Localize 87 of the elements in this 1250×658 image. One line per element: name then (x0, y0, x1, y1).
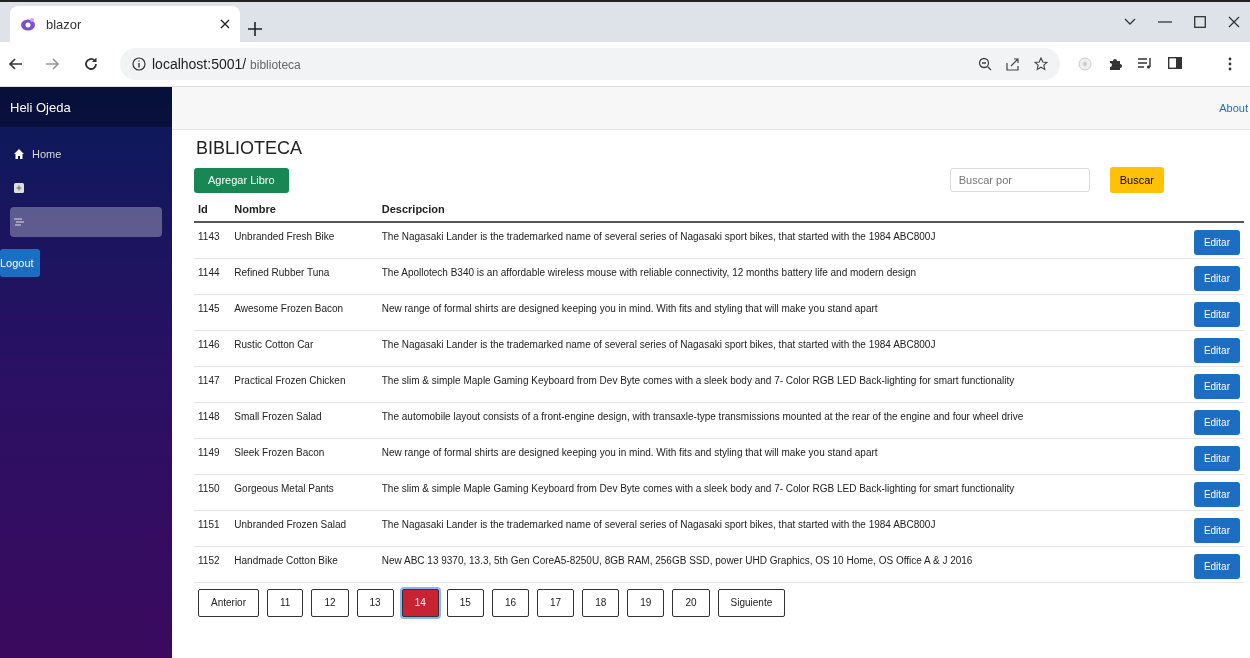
close-icon[interactable] (1228, 16, 1240, 28)
page-button[interactable]: 12 (311, 588, 349, 617)
edit-button[interactable]: Editar (1193, 301, 1240, 327)
table-cell: The automobile layout consists of a front-engine design, with transaxle-type transmissions mounted at the rear of the engine and four wheel drive (377, 402, 1178, 438)
table-cell: 1147 (194, 366, 231, 402)
table-cell: New ABC 13 9370, 13.3, 5th Gen CoreA5-8250U, 8GB RAM, 256GB SSD, power UHD Graphics, OS 10 Home, OS Office A & J 2016 (377, 546, 1178, 582)
browser-tab[interactable]: blazor (10, 6, 240, 42)
edit-button[interactable]: Editar (1193, 265, 1240, 291)
reload-icon[interactable] (84, 57, 98, 71)
table-cell: The slim & simple Maple Gaming Keyboard from Dev Byte comes with a sleek body and 7- Color RGB LED Back-lighting for smart functionality (377, 474, 1178, 510)
page-button[interactable]: 20 (672, 588, 710, 617)
edit-button[interactable]: Editar (1193, 445, 1240, 471)
maximize-icon[interactable] (1194, 16, 1206, 28)
logout-button[interactable]: Logout (0, 249, 40, 277)
about-link[interactable]: About (1219, 102, 1248, 114)
table-cell: 1145 (194, 294, 231, 330)
table-cell: The Nagasaki Lander is the trademarked name of several series of Nagasaki sport bikes, that started with the 1984 ABC800J (377, 222, 1178, 258)
table-cell: 1144 (194, 258, 231, 294)
next-button[interactable]: Siguiente (717, 588, 786, 617)
column-header: Id (194, 197, 231, 222)
page-button[interactable]: 11 (267, 588, 304, 617)
edit-button[interactable]: Editar (1193, 409, 1240, 435)
table-cell: 1151 (194, 510, 231, 546)
brand-title: Heli Ojeda (0, 87, 172, 127)
info-icon (132, 57, 146, 71)
table-cell: 1148 (194, 402, 231, 438)
tab-title: blazor (46, 16, 83, 32)
table-cell: New range of formal shirts are designed keeping you in mind. With fits and styling that will make you stand apart (377, 438, 1178, 474)
puzzle-icon[interactable] (1108, 57, 1122, 71)
table-cell: Small Frozen Salad (230, 402, 378, 438)
table-cell: New range of formal shirts are designed keeping you in mind. With fits and styling that will make you stand apart (377, 294, 1178, 330)
table-cell: The Nagasaki Lander is the trademarked name of several series of Nagasaki sport bikes, that started with the 1984 ABC800J (377, 330, 1178, 366)
edit-button[interactable]: Editar (1193, 373, 1240, 399)
page-button[interactable]: 14 (401, 588, 439, 617)
add-book-button[interactable]: Agregar Libro (194, 167, 289, 193)
table-cell: Unbranded Frozen Salad (230, 510, 378, 546)
table-cell: 1152 (194, 546, 231, 582)
page-button[interactable]: 19 (627, 588, 665, 617)
edit-button[interactable]: Editar (1193, 553, 1240, 579)
more-icon[interactable] (1228, 57, 1232, 71)
column-header: Descripcion (377, 197, 1178, 222)
table-cell: The slim & simple Maple Gaming Keyboard from Dev Byte comes with a sleek body and 7- Color RGB LED Back-lighting for smart functionality (377, 366, 1178, 402)
page-button[interactable]: 15 (446, 588, 484, 617)
plus-icon (14, 183, 24, 193)
address-bar[interactable]: localhost:5001/ biblioteca (120, 48, 1060, 80)
back-icon[interactable] (8, 58, 22, 70)
table-cell: Sleek Frozen Bacon (230, 438, 378, 474)
page-title: BIBLIOTECA (196, 138, 304, 159)
search-field[interactable]: Buscar por (949, 168, 1090, 192)
table-cell: Practical Frozen Chicken (230, 366, 378, 402)
table-cell: Awesome Frozen Bacon (230, 294, 378, 330)
edit-button[interactable]: Editar (1193, 517, 1240, 543)
page-button[interactable]: 18 (582, 588, 620, 617)
playlist-icon[interactable] (1138, 57, 1152, 69)
table-cell: 1146 (194, 330, 231, 366)
zoom-out-icon[interactable] (978, 57, 992, 71)
table-cell: Gorgeous Metal Pants (230, 474, 378, 510)
previous-button[interactable]: Anterior (198, 588, 259, 617)
star-icon[interactable] (1034, 57, 1048, 71)
side-panel-icon[interactable] (1168, 57, 1182, 69)
close-icon[interactable] (220, 19, 230, 29)
table-cell: 1149 (194, 438, 231, 474)
table-cell: 1143 (194, 222, 231, 258)
table-cell: Rustic Cotton Car (230, 330, 378, 366)
table-cell: Handmade Cotton Bike (230, 546, 378, 582)
chevron-down-icon[interactable] (1124, 18, 1136, 26)
page-button[interactable]: 16 (491, 588, 530, 617)
column-header: Nombre (230, 197, 378, 222)
edit-button[interactable]: Editar (1193, 337, 1240, 363)
logo-icon (20, 17, 36, 31)
list-icon (14, 218, 24, 226)
edit-button[interactable]: Editar (1193, 481, 1240, 507)
search-button[interactable]: Buscar (1109, 167, 1164, 193)
forward-icon[interactable] (46, 58, 60, 70)
share-icon[interactable] (1006, 57, 1020, 71)
url-text: localhost:5001/ biblioteca (152, 56, 301, 72)
edit-button[interactable]: Editar (1193, 229, 1240, 255)
table-cell: The Nagasaki Lander is the trademarked name of several series of Nagasaki sport bikes, that started with the 1984 ABC800J (377, 510, 1178, 546)
page-button[interactable]: 17 (537, 588, 575, 617)
home-icon (14, 149, 24, 159)
new-tab-icon[interactable] (248, 22, 262, 36)
table-cell: Refined Rubber Tuna (230, 258, 378, 294)
table-cell: Unbranded Fresh Bike (230, 222, 378, 258)
table-cell: 1150 (194, 474, 231, 510)
nav-item[interactable]: Home (10, 139, 162, 169)
page-button[interactable]: 13 (356, 588, 394, 617)
table-cell: The Apollotech B340 is an affordable wireless mouse with reliable connectivity, 12 months battery life and modern design (377, 258, 1178, 294)
